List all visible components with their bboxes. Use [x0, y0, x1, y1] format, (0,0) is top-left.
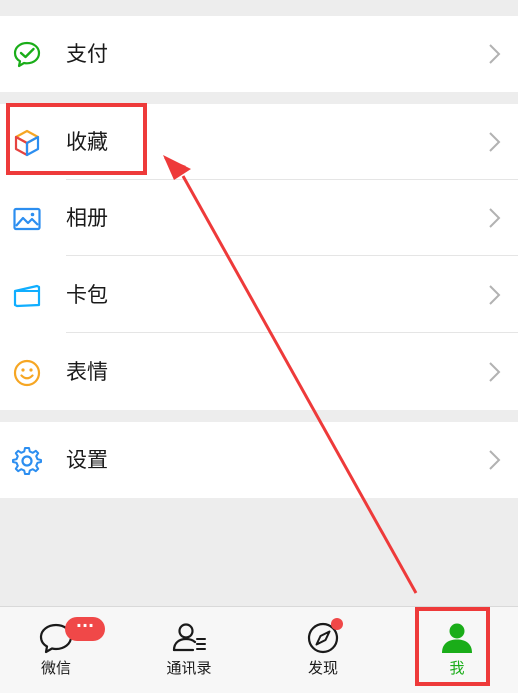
annotation-arrow: [163, 155, 418, 594]
